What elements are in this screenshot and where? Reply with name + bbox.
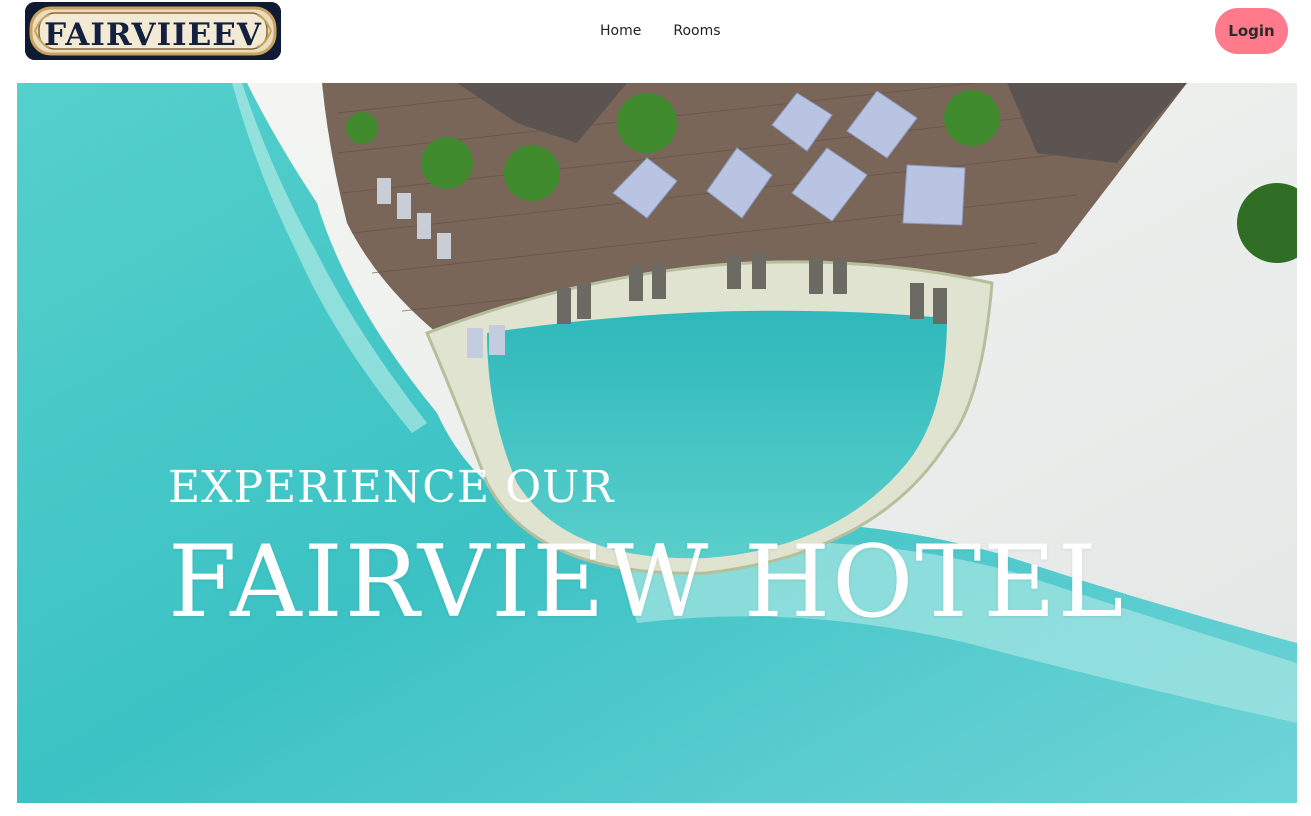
main-nav: Home Rooms bbox=[600, 23, 721, 39]
hero-banner: EXPERIENCE OUR FAIRVIEW HOTEL bbox=[17, 83, 1297, 803]
hero-subtitle: EXPERIENCE OUR bbox=[168, 462, 615, 513]
login-button[interactable]: Login bbox=[1215, 8, 1288, 54]
nav-home-link[interactable]: Home bbox=[600, 23, 641, 39]
hero-resort-image bbox=[17, 83, 1297, 803]
nav-rooms-link[interactable]: Rooms bbox=[673, 23, 720, 39]
site-header: FAIRVIIEEV Home Rooms Login bbox=[0, 0, 1311, 83]
logo-text: FAIRVIIEEV bbox=[44, 17, 262, 53]
logo-emblem-icon: FAIRVIIEEV bbox=[25, 2, 281, 60]
fairview-logo[interactable]: FAIRVIIEEV bbox=[25, 2, 281, 60]
hero-title: FAIRVIEW HOTEL bbox=[168, 525, 1126, 640]
